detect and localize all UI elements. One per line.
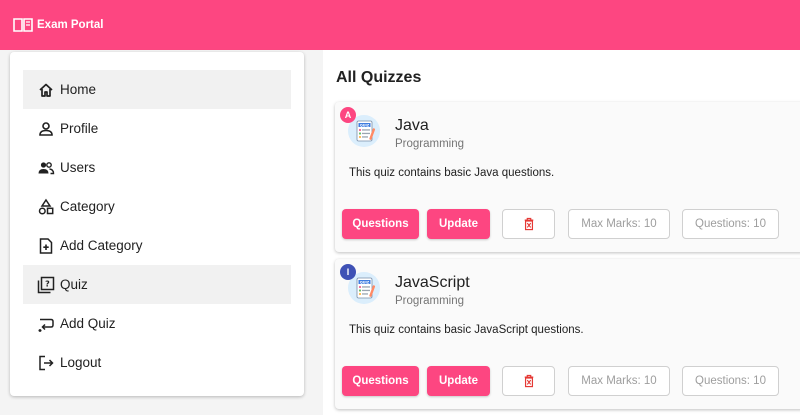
sidebar-item-label: Category [60,199,115,214]
sidebar-item-category[interactable]: Category [23,187,291,226]
sidebar-item-add-quiz[interactable]: Add Quiz [23,304,291,343]
update-button[interactable]: Update [427,366,490,396]
quiz-title: Java [395,117,429,134]
quiz-description: This quiz contains basic JavaScript ques… [349,324,584,336]
max-marks-button[interactable]: Max Marks: 10 [568,209,670,239]
quiz-category: Programming [395,295,465,307]
sidebar-item-logout[interactable]: Logout [23,343,291,382]
sidebar-item-label: Profile [60,121,99,136]
svg-text:QUIZ: QUIZ [360,123,370,127]
sidebar-item-label: Quiz [60,277,88,292]
quiz-title: JavaScript [395,274,470,291]
app-title[interactable]: Exam Portal [37,19,103,31]
question-count-button[interactable]: Questions: 10 [682,209,779,239]
delete-button[interactable] [502,366,555,396]
add-box-icon [37,237,55,255]
delete-button[interactable] [502,209,555,239]
home-icon [37,81,55,99]
delete-icon [524,374,533,388]
quiz-category: Programming [395,138,465,150]
main-content: All Quizzes QUIZ A Java Programming This… [323,50,800,415]
book-open-icon [13,17,33,33]
logout-icon [37,354,55,372]
sidebar-item-quiz[interactable]: ? Quiz [23,265,291,304]
sidebar-item-label: Users [60,160,96,175]
sidebar: Home Profile Users Category Add Category [10,52,304,396]
sidebar-item-add-category[interactable]: Add Category [23,226,291,265]
sidebar-item-label: Home [60,82,97,97]
max-marks-button[interactable]: Max Marks: 10 [568,366,670,396]
sidebar-item-label: Add Category [60,238,143,253]
sidebar-area: Home Profile Users Category Add Category [0,50,323,415]
questions-button[interactable]: Questions [342,209,419,239]
questions-button[interactable]: Questions [342,366,419,396]
add-quiz-icon [37,315,55,333]
quiz-badge: A [340,107,356,123]
category-icon [37,198,55,216]
person-icon [37,120,55,138]
quiz-card: QUIZ I JavaScript Programming This quiz … [335,259,800,409]
page-title: All Quizzes [336,69,422,86]
users-icon [37,159,55,177]
sidebar-item-home[interactable]: Home [23,70,291,109]
sidebar-item-label: Logout [60,355,102,370]
top-app-bar: Exam Portal [0,0,800,50]
sidebar-item-label: Add Quiz [60,316,116,331]
question-count-button[interactable]: Questions: 10 [682,366,779,396]
svg-text:QUIZ: QUIZ [360,280,370,284]
sidebar-item-users[interactable]: Users [23,148,291,187]
delete-icon [524,217,533,231]
update-button[interactable]: Update [427,209,490,239]
quiz-card: QUIZ A Java Programming This quiz contai… [335,102,800,252]
quiz-icon: ? [37,276,55,294]
quiz-badge: I [340,264,356,280]
quiz-description: This quiz contains basic Java questions. [349,167,555,179]
svg-text:?: ? [45,279,50,288]
sidebar-item-profile[interactable]: Profile [23,109,291,148]
